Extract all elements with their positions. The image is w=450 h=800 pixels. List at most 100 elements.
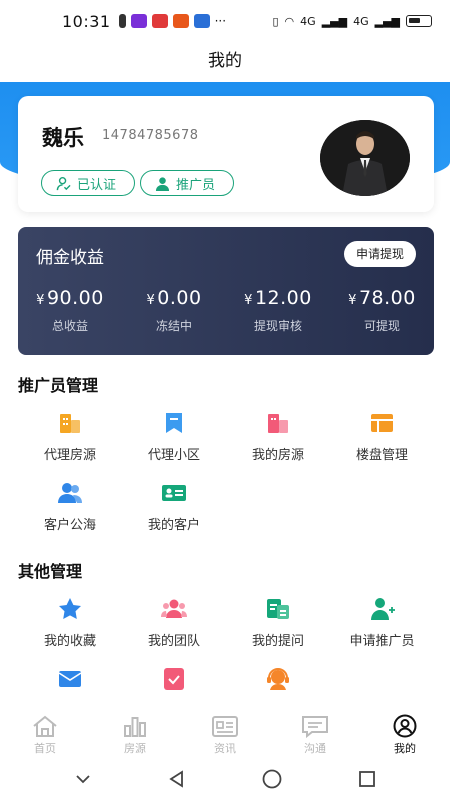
stat-withdrawable[interactable]: ¥78.00 可提现 <box>330 287 434 334</box>
mail-icon <box>58 671 82 687</box>
app-notification-icon <box>130 14 147 28</box>
signal-icon: ▂▄▆ <box>321 14 348 28</box>
tab-label: 资讯 <box>214 742 236 755</box>
stat-value: ¥90.00 <box>18 287 122 309</box>
currency-symbol: ¥ <box>244 293 253 308</box>
page-title: 我的 <box>208 51 242 71</box>
house-icon <box>268 414 288 433</box>
stat-value: ¥0.00 <box>122 287 226 309</box>
tab-chat[interactable]: 沟通 <box>270 708 360 758</box>
stat-review[interactable]: ¥12.00 提现审核 <box>226 287 330 334</box>
tab-listings[interactable]: 房源 <box>90 708 180 758</box>
promoter-section-title: 推广员管理 <box>18 376 99 395</box>
support-icon <box>267 668 289 690</box>
promoter-grid: 代理房源 代理小区 我的房源 楼盘管理 客户公海 我的客户 <box>18 402 434 542</box>
stat-total[interactable]: ¥90.00 总收益 <box>18 287 122 334</box>
stat-frozen[interactable]: ¥0.00 冻结中 <box>122 287 226 334</box>
stat-label: 提现审核 <box>253 319 302 333</box>
profile-phone: 14784785678 <box>102 128 199 143</box>
stat-number: 90.00 <box>46 287 104 309</box>
verified-tag: 已认证 <box>41 170 135 196</box>
vibrate-icon: ▯ <box>272 14 279 28</box>
bookmark-icon <box>166 413 182 433</box>
stat-label: 冻结中 <box>155 319 192 333</box>
tab-label: 我的 <box>394 742 416 755</box>
app-notification-icon <box>151 14 168 28</box>
apply-promoter-icon <box>371 598 395 620</box>
tab-news[interactable]: 资讯 <box>180 708 270 758</box>
tab-bar: 首页 房源 资讯 沟通 我的 <box>0 708 450 758</box>
menu-property-management[interactable]: 楼盘管理 <box>330 402 434 472</box>
home-circle-icon[interactable] <box>261 768 283 790</box>
currency-symbol: ¥ <box>146 293 156 308</box>
menu-label: 代理小区 <box>147 448 200 463</box>
tab-home[interactable]: 首页 <box>0 708 90 758</box>
signal-icon-2: ▂▄▆ <box>374 14 400 28</box>
avatar[interactable] <box>320 120 410 196</box>
notification-icon <box>118 14 126 28</box>
network-label-2: 4G <box>353 14 369 28</box>
tab-label: 首页 <box>34 742 56 755</box>
other-grid: 我的收藏 我的团队 我的提问 申请推广员 <box>18 588 434 728</box>
network-label: 4G <box>300 14 316 28</box>
status-right: ▯ ◠ 4G ▂▄▆ 4G ▂▄▆ <box>272 15 432 28</box>
menu-customer-pool[interactable]: 客户公海 <box>18 472 122 542</box>
user-icon <box>393 714 417 738</box>
stat-label: 可提现 <box>363 319 400 333</box>
menu-my-team[interactable]: 我的团队 <box>122 588 226 658</box>
notification-icons: ··· <box>118 14 226 28</box>
commission-title: 佣金收益 <box>36 248 104 268</box>
promoter-label: 推广员 <box>176 177 216 193</box>
menu-agent-listings[interactable]: 代理房源 <box>18 402 122 472</box>
commission-stats: ¥90.00 总收益 ¥0.00 冻结中 ¥12.00 提现审核 ¥78.00 … <box>18 287 434 334</box>
menu-my-customers[interactable]: 我的客户 <box>122 472 226 542</box>
status-time: 10:31 <box>62 11 111 31</box>
recent-apps-icon[interactable] <box>357 769 377 789</box>
withdraw-button[interactable]: 申请提现 <box>343 241 416 267</box>
menu-my-listings[interactable]: 我的房源 <box>226 402 330 472</box>
menu-label: 我的客户 <box>147 518 200 533</box>
stat-label: 总收益 <box>51 319 88 333</box>
system-navigation <box>0 758 450 800</box>
menu-apply-promoter[interactable]: 申请推广员 <box>330 588 434 658</box>
chart-icon <box>124 717 146 737</box>
stat-number: 0.00 <box>157 287 202 309</box>
contact-card-icon <box>162 485 186 501</box>
promoter-tag: 推广员 <box>140 170 234 196</box>
wifi-icon: ◠ <box>284 14 295 28</box>
battery-icon <box>406 15 432 27</box>
menu-favorites[interactable]: 我的收藏 <box>18 588 122 658</box>
stat-number: 78.00 <box>358 287 416 309</box>
menu-label: 我的提问 <box>251 634 304 649</box>
menu-label: 申请推广员 <box>349 634 415 649</box>
app-notification-icon <box>172 14 189 28</box>
news-icon <box>212 716 238 737</box>
profile-name: 魏乐 <box>42 126 84 150</box>
verified-label: 已认证 <box>77 177 117 193</box>
menu-agent-communities[interactable]: 代理小区 <box>122 402 226 472</box>
tab-mine[interactable]: 我的 <box>360 708 450 758</box>
avatar-image <box>320 120 410 196</box>
menu-my-questions[interactable]: 我的提问 <box>226 588 330 658</box>
team-icon <box>161 599 187 618</box>
stat-value: ¥78.00 <box>330 287 434 309</box>
tab-label: 沟通 <box>304 742 326 755</box>
chat-icon <box>302 716 328 738</box>
menu-label: 我的房源 <box>251 448 304 463</box>
question-icon <box>267 599 289 619</box>
profile-card[interactable]: 魏乐 14784785678 已认证 推广员 <box>18 96 434 212</box>
status-bar: 10:31 ··· ▯ ◠ 4G ▂▄▆ 4G ▂▄▆ <box>0 0 450 42</box>
home-icon <box>33 715 57 737</box>
promoter-user-icon <box>155 176 170 191</box>
menu-label: 我的收藏 <box>43 634 96 649</box>
tab-label: 房源 <box>124 742 146 755</box>
menu-label: 客户公海 <box>43 518 96 533</box>
back-icon[interactable] <box>167 769 187 789</box>
other-section-title: 其他管理 <box>18 562 83 581</box>
chevron-down-icon[interactable] <box>73 772 93 786</box>
property-icon <box>371 414 393 432</box>
app-notification-icon <box>193 14 210 28</box>
menu-label: 我的团队 <box>147 634 200 649</box>
star-icon <box>59 598 81 619</box>
menu-label: 楼盘管理 <box>355 448 408 463</box>
